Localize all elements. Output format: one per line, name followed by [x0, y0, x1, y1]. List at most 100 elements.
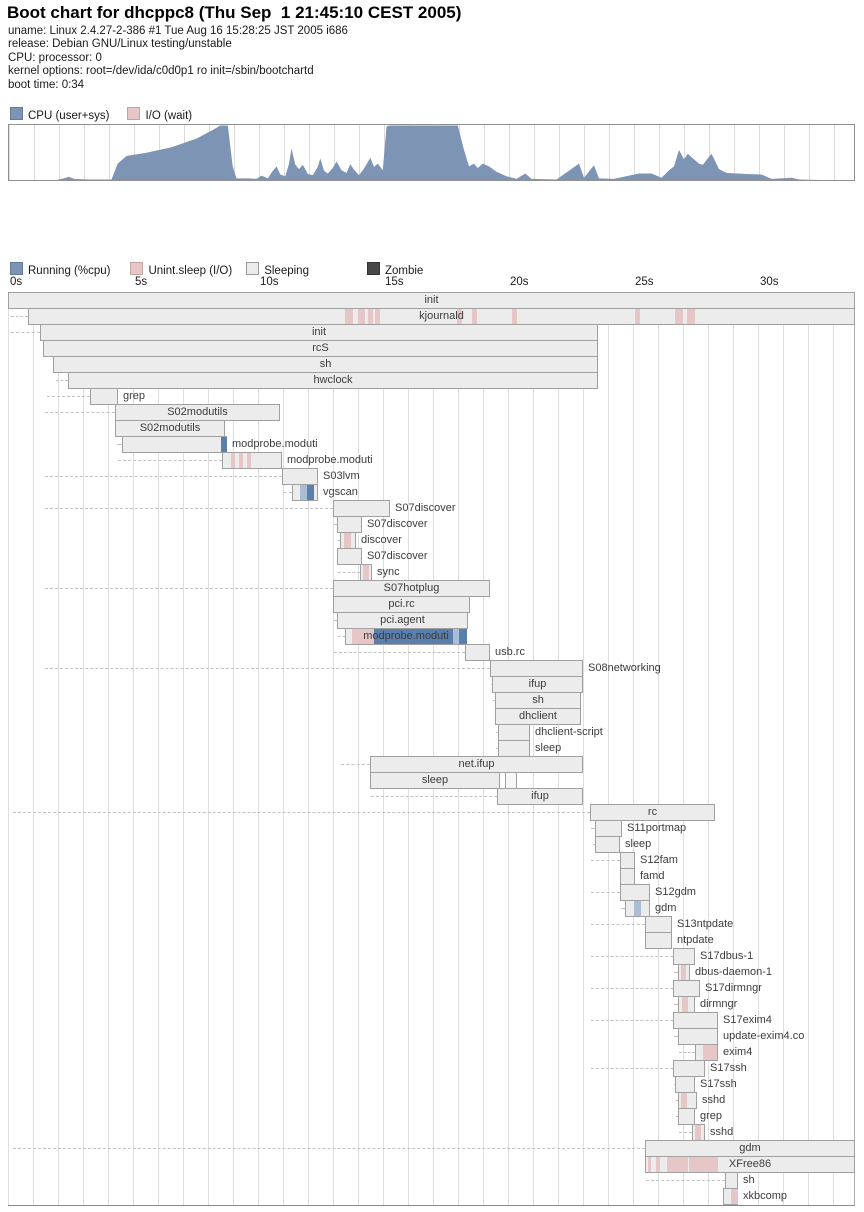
- process-label: S07hotplug: [334, 581, 489, 596]
- tree-connector: [591, 988, 673, 989]
- process-bar: rcS: [43, 340, 598, 357]
- process-label: kjournald: [29, 309, 854, 324]
- tree-connector: [338, 572, 360, 573]
- tree-connector: [118, 460, 222, 461]
- cpu-legend: CPU (user+sys)I/O (wait): [10, 107, 192, 122]
- process-label: S07discover: [395, 500, 456, 517]
- process-bar: [337, 548, 362, 565]
- process-bar: [625, 900, 650, 917]
- process-label: S07discover: [367, 548, 428, 565]
- process-bar: XFree86: [645, 1156, 855, 1173]
- io-wait-segment: [344, 533, 351, 548]
- tree-connector: [45, 476, 282, 477]
- tree-connector: [679, 1132, 692, 1133]
- time-axis-tick: 20s: [510, 276, 529, 288]
- io-wait-segment: [363, 565, 369, 580]
- process-label: ifup: [498, 789, 582, 804]
- process-label: dhclient-script: [535, 724, 603, 741]
- info-line: release: Debian GNU/Linux testing/unstab…: [8, 38, 348, 51]
- process-label: sh: [496, 693, 580, 708]
- process-bar: [673, 1060, 705, 1077]
- process-bar: S02modutils: [115, 404, 280, 421]
- process-label: sleep: [625, 836, 651, 853]
- cpu-legend-item: CPU (user+sys): [10, 107, 109, 122]
- process-bar: [222, 452, 282, 469]
- tree-connector: [591, 924, 645, 925]
- running-segment: [634, 901, 641, 916]
- process-label: ifup: [493, 677, 582, 692]
- process-bar: [490, 660, 583, 677]
- process-bar: ifup: [497, 788, 583, 805]
- io-wait-segment: [703, 1045, 717, 1060]
- cpu-usage-chart: [8, 124, 855, 181]
- time-axis-tick: 10s: [260, 276, 279, 288]
- process-bar: [360, 564, 372, 581]
- process-label: ntpdate: [677, 932, 714, 949]
- process-bar: rc: [590, 804, 715, 821]
- zombie-legend-swatch-icon: [367, 262, 380, 275]
- process-label: sleep: [535, 740, 561, 757]
- tree-connector: [591, 892, 620, 893]
- process-bar: [498, 740, 530, 757]
- process-label: S02modutils: [116, 421, 224, 436]
- process-bar: net.ifup: [370, 756, 583, 773]
- tree-connector: [45, 668, 490, 669]
- info-line: boot time: 0:34: [8, 79, 348, 92]
- io-legend-swatch-icon: [127, 107, 140, 120]
- process-bar: [692, 1124, 705, 1141]
- process-label: usb.rc: [495, 644, 525, 661]
- process-label: S12fam: [640, 852, 678, 869]
- process-bar: [723, 1188, 738, 1205]
- process-legend-item: Running (%cpu): [10, 262, 110, 277]
- io-wait-segment: [731, 1189, 739, 1204]
- process-bar: init: [40, 324, 598, 341]
- process-label: hwclock: [69, 373, 597, 388]
- unint-sleep-legend-swatch-icon: [130, 262, 143, 275]
- process-bar: [673, 980, 700, 997]
- process-bar: gdm: [645, 1140, 855, 1157]
- process-label: S13ntpdate: [677, 916, 733, 933]
- process-label: gdm: [655, 900, 676, 917]
- process-label: S17ssh: [700, 1076, 737, 1093]
- process-label: S17ssh: [710, 1060, 747, 1077]
- tree-connector: [679, 1052, 695, 1053]
- tree-connector: [45, 412, 115, 413]
- process-bar: [620, 884, 650, 901]
- tree-connector: [11, 316, 28, 317]
- io-wait-segment: [681, 1093, 687, 1108]
- process-label: XFree86: [646, 1157, 854, 1172]
- cpu-legend-swatch-icon: [10, 107, 23, 120]
- cpu-area-plot: [9, 125, 854, 180]
- cpu-area-polygon: [9, 126, 854, 181]
- process-label: dhclient: [496, 709, 580, 724]
- process-label: sshd: [710, 1124, 733, 1141]
- process-bar: hwclock: [68, 372, 598, 389]
- info-line: kernel options: root=/dev/ida/c0d0p1 ro …: [8, 65, 348, 78]
- process-bar: [675, 1076, 695, 1093]
- process-bar: pci.agent: [337, 612, 468, 629]
- process-label: rcS: [44, 341, 597, 356]
- tree-connector: [591, 1068, 673, 1069]
- process-label: S12gdm: [655, 884, 696, 901]
- process-bar: [333, 500, 390, 517]
- system-info: uname: Linux 2.4.27-2-386 #1 Tue Aug 16 …: [8, 25, 348, 92]
- process-legend-item: Unint.sleep (I/O): [130, 262, 232, 277]
- process-label: pci.agent: [338, 613, 467, 628]
- process-state-legend: Running (%cpu)Unint.sleep (I/O)SleepingZ…: [10, 262, 423, 277]
- process-label: dirmngr: [700, 996, 737, 1013]
- process-bar: [122, 436, 227, 453]
- process-label: net.ifup: [371, 757, 582, 772]
- process-label: S17dbus-1: [700, 948, 753, 965]
- tree-connector: [338, 636, 345, 637]
- tree-connector: [47, 396, 90, 397]
- process-bar: kjournald: [28, 308, 855, 325]
- process-label: modprobe.moduti: [232, 436, 318, 453]
- process-label: sshd: [702, 1092, 725, 1109]
- time-axis-tick: 0s: [10, 276, 22, 288]
- process-bar: [292, 484, 318, 501]
- process-label: sleep: [371, 773, 499, 788]
- process-label: xkbcomp: [743, 1188, 787, 1205]
- process-label: S02modutils: [116, 405, 279, 420]
- process-label: S03lvm: [323, 468, 360, 485]
- process-bar: [595, 836, 620, 853]
